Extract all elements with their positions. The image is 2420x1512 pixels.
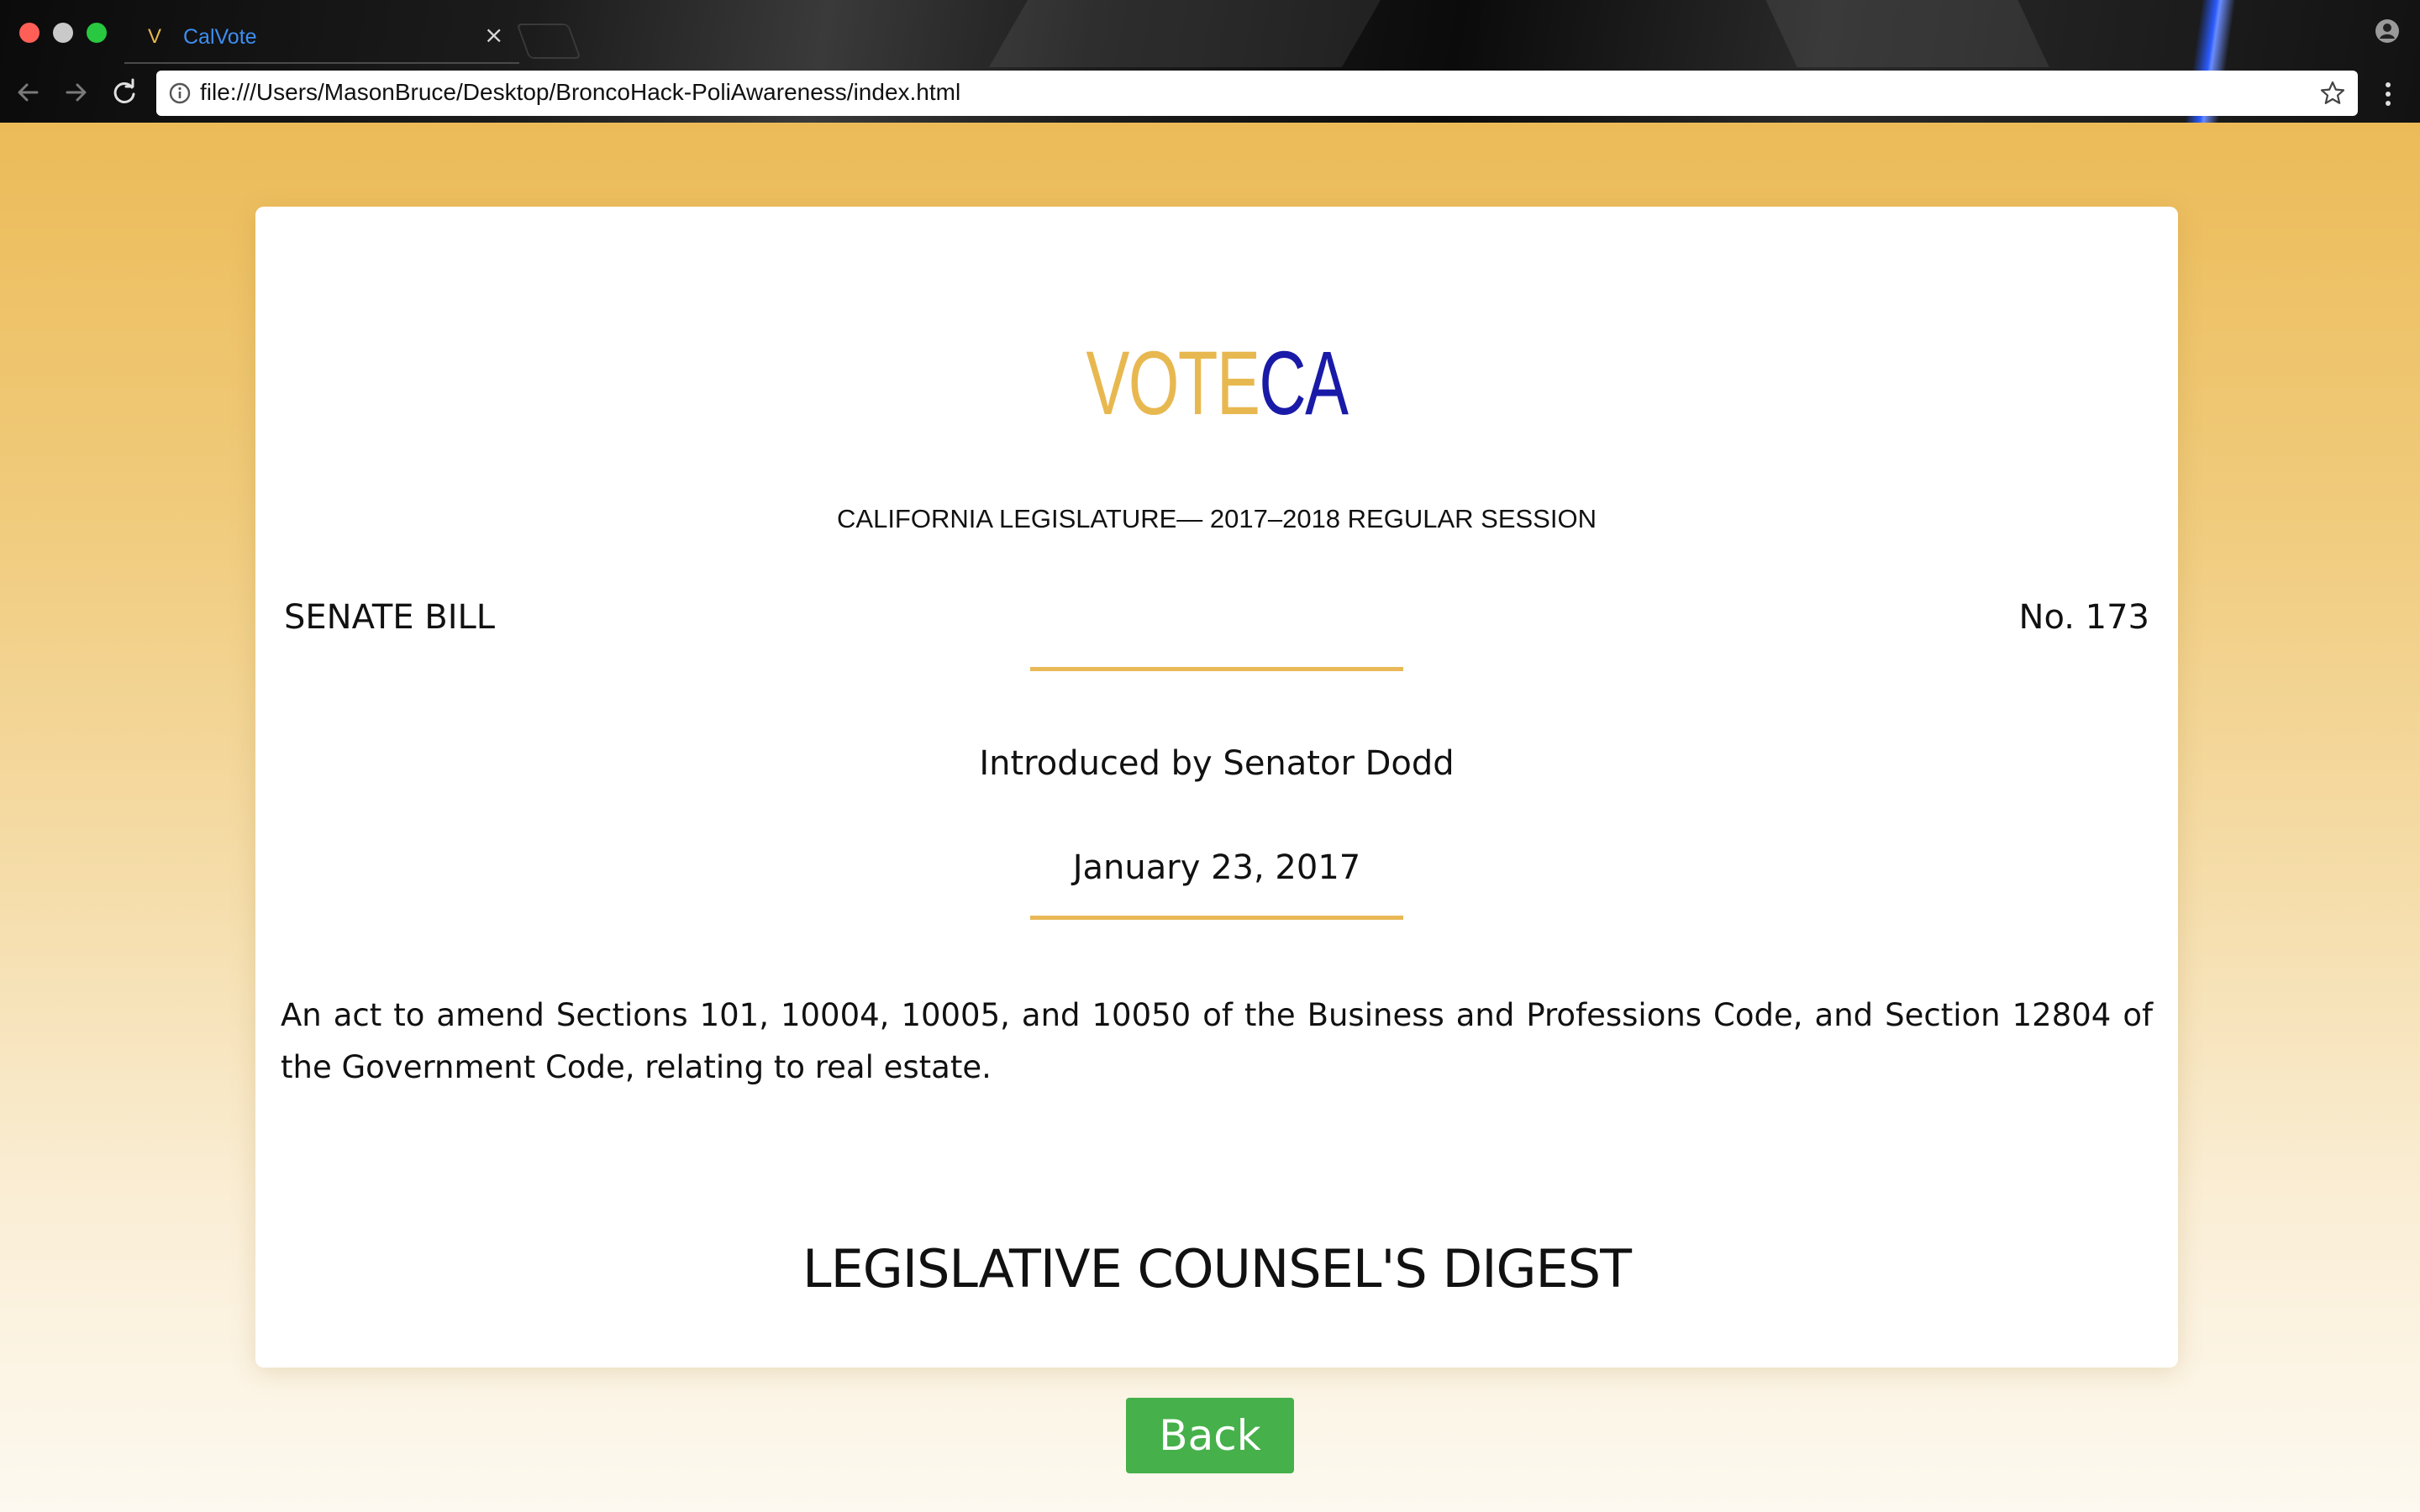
star-icon[interactable]	[2319, 80, 2346, 107]
reload-icon[interactable]	[108, 76, 141, 109]
bill-number: No. 173	[2018, 598, 2149, 637]
maximize-window-button[interactable]	[87, 23, 107, 43]
tab-close-icon[interactable]: ×	[484, 24, 503, 47]
minimize-window-button[interactable]	[53, 23, 73, 43]
close-window-button[interactable]	[19, 23, 39, 43]
logo-vote-text: VOTE	[1086, 332, 1260, 433]
browser-tab[interactable]: V CalVote ×	[124, 15, 519, 64]
introduced-by: Introduced by Senator Dodd	[979, 744, 1455, 783]
url-text[interactable]: file:///Users/MasonBruce/Desktop/BroncoH…	[200, 79, 960, 106]
bill-type: SENATE BILL	[284, 598, 496, 637]
chrome-decoration	[988, 0, 1381, 67]
new-tab-button[interactable]	[516, 24, 581, 59]
tab-title: CalVote	[183, 25, 257, 49]
chrome-decoration	[1765, 0, 2049, 67]
info-icon[interactable]	[168, 81, 192, 105]
browser-toolbar: file:///Users/MasonBruce/Desktop/BroncoH…	[0, 64, 2420, 123]
back-button[interactable]: Back	[1126, 1398, 1294, 1473]
favicon-icon: V	[148, 25, 162, 48]
logo-ca-text: CA	[1259, 332, 1349, 433]
browser-chrome: V CalVote × file:///Users/MasonBruce/Des…	[0, 0, 2420, 123]
page-background: VOTECA CALIFORNIA LEGISLATURE— 2017–2018…	[0, 123, 2420, 1512]
voteca-logo[interactable]: VOTECA	[524, 333, 1908, 433]
address-bar[interactable]: file:///Users/MasonBruce/Desktop/BroncoH…	[156, 71, 2358, 116]
profile-icon[interactable]	[2375, 18, 2400, 44]
divider	[1030, 916, 1403, 920]
arrow-right-icon[interactable]	[59, 76, 92, 109]
bill-description: An act to amend Sections 101, 10004, 100…	[281, 997, 2153, 1085]
bill-card: VOTECA CALIFORNIA LEGISLATURE— 2017–2018…	[255, 207, 2178, 1368]
digest-heading: LEGISLATIVE COUNSEL'S DIGEST	[802, 1238, 1632, 1299]
introduced-date: January 23, 2017	[1072, 848, 1361, 887]
session-heading: CALIFORNIA LEGISLATURE— 2017–2018 REGULA…	[837, 504, 1597, 533]
arrow-left-icon[interactable]	[12, 76, 45, 109]
divider	[1030, 667, 1403, 671]
kebab-menu-icon[interactable]	[2378, 77, 2398, 111]
